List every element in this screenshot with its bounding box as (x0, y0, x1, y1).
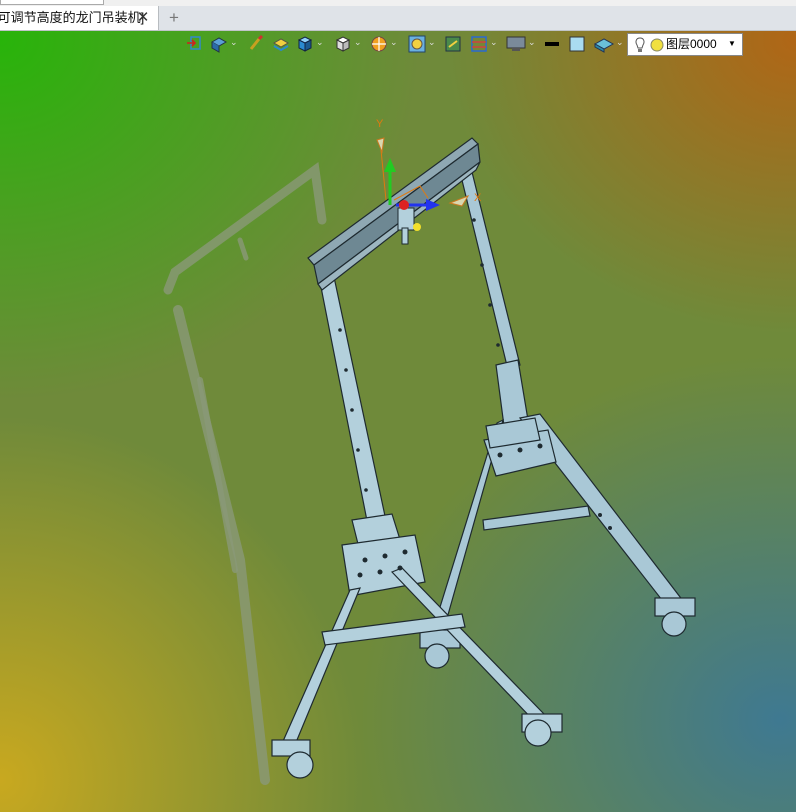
document-tab-bar: [可调节高度的龙门吊装机] ✕ + (0, 6, 796, 31)
brush-icon[interactable] (248, 34, 264, 54)
rear-leg-assembly (419, 171, 696, 669)
3d-viewport[interactable]: Y X ⌄ ⌄ ⌄ ⌄ ⌄ ⌄ ⌄ ⌄ 图层0000 ▼ (0, 0, 796, 812)
layers-cube-icon[interactable] (272, 34, 290, 54)
layer-name: 图层0000 (666, 37, 717, 51)
chevron-down-icon[interactable]: ⌄ (354, 37, 362, 48)
section-icon[interactable] (370, 34, 388, 54)
chevron-down-icon[interactable]: ⌄ (490, 37, 498, 48)
chevron-down-icon[interactable]: ⌄ (230, 37, 238, 48)
chevron-down-icon[interactable]: ⌄ (316, 37, 324, 48)
zoom-icon[interactable] (408, 34, 426, 54)
surface-icon[interactable] (594, 34, 614, 54)
exit-view-icon[interactable] (186, 34, 202, 54)
search-field[interactable] (0, 0, 104, 5)
line-color-icon[interactable] (544, 34, 560, 54)
view-cube-icon[interactable] (334, 34, 352, 54)
chevron-down-icon[interactable]: ⌄ (528, 37, 536, 48)
render-style-icon[interactable] (210, 34, 228, 54)
tab-title: [可调节高度的龙门吊装机] (0, 10, 145, 25)
lightbulb-icon[interactable] (634, 37, 646, 53)
display-icon[interactable] (506, 34, 526, 54)
close-tab-icon[interactable]: ✕ (136, 6, 150, 30)
solid-cube-icon[interactable] (296, 34, 314, 54)
layer-selector[interactable]: 图层0000 ▼ (627, 33, 743, 56)
model-shadow (163, 161, 327, 785)
grid-icon[interactable] (470, 34, 488, 54)
fill-color-icon[interactable] (568, 34, 586, 54)
fit-icon[interactable] (444, 34, 462, 54)
axis-label-x: X (474, 192, 482, 204)
new-tab-button[interactable]: + (166, 6, 182, 30)
axis-label-y: Y (376, 118, 384, 130)
tab-document[interactable]: [可调节高度的龙门吊装机] ✕ (0, 6, 159, 30)
layer-status-icon[interactable] (650, 38, 664, 52)
chevron-down-icon[interactable]: ⌄ (428, 37, 436, 48)
top-i-beam (307, 137, 481, 291)
gantry-crane-model[interactable] (0, 0, 796, 812)
front-leg-assembly (271, 276, 563, 779)
chevron-down-icon[interactable]: ⌄ (390, 37, 398, 48)
chevron-down-icon[interactable]: ⌄ (616, 37, 624, 48)
dropdown-arrow-icon[interactable]: ▼ (728, 33, 736, 54)
